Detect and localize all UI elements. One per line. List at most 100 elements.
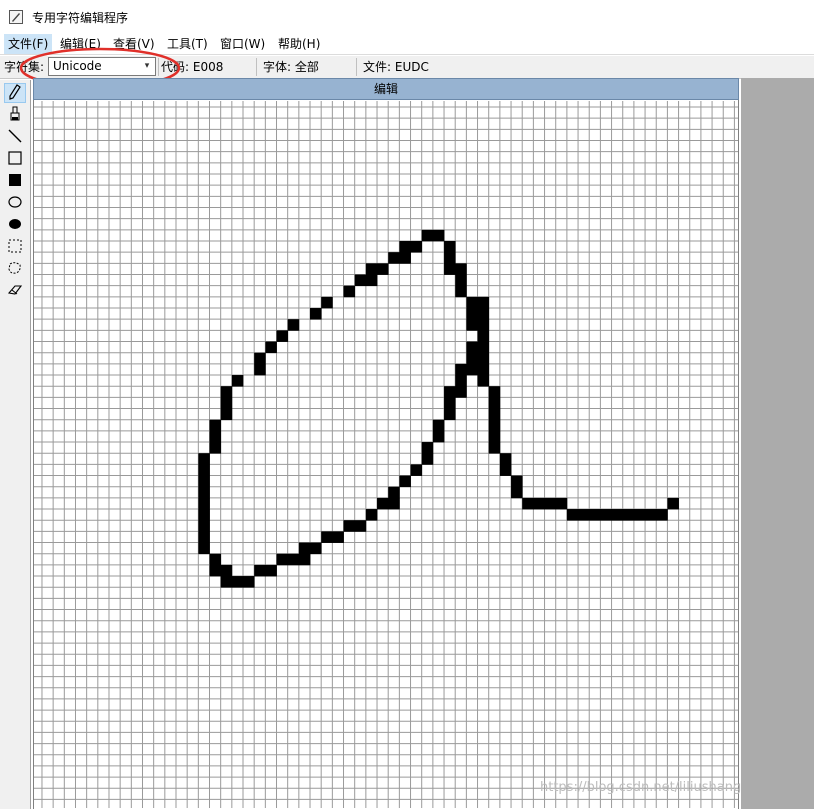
glyph-pixel[interactable] [399,475,411,488]
glyph-pixel[interactable] [432,229,445,242]
glyph-pixel[interactable] [555,497,568,510]
glyph-pixel[interactable] [209,564,222,577]
glyph-pixel[interactable] [511,475,523,488]
glyph-pixel[interactable] [198,509,210,521]
glyph-pixel[interactable] [220,386,233,398]
glyph-pixel[interactable] [287,553,300,566]
tool-rectangle-filled[interactable] [4,171,26,191]
glyph-pixel[interactable] [298,542,311,555]
glyph-pixel[interactable] [488,430,501,443]
glyph-pixel[interactable] [477,296,490,309]
glyph-pixel[interactable] [343,520,356,532]
glyph-pixel[interactable] [243,576,255,588]
glyph-pixel[interactable] [354,520,367,532]
glyph-pixel[interactable] [421,442,434,454]
glyph-pixel[interactable] [254,352,266,365]
glyph-pixel[interactable] [444,397,456,409]
glyph-pixel[interactable] [656,509,668,521]
glyph-pixel[interactable] [633,509,646,521]
glyph-pixel[interactable] [466,363,478,376]
glyph-pixel[interactable] [455,363,467,376]
glyph-pixel[interactable] [332,531,344,543]
glyph-pixel[interactable] [365,509,378,521]
glyph-pixel[interactable] [611,509,624,521]
glyph-pixel[interactable] [321,531,333,543]
glyph-pixel[interactable] [544,497,557,510]
glyph-pixel[interactable] [198,542,210,555]
glyph-pixel[interactable] [209,430,222,443]
glyph-pixel[interactable] [645,509,657,521]
glyph-pixel[interactable] [444,408,456,421]
glyph-pixel[interactable] [622,509,635,521]
glyph-pixel[interactable] [667,497,679,510]
glyph-pixel[interactable] [499,464,512,476]
glyph-pixel[interactable] [399,241,411,253]
glyph-pixel[interactable] [198,453,210,465]
glyph-pixel[interactable] [298,553,311,566]
tool-line[interactable] [4,127,26,147]
glyph-pixel[interactable] [477,363,490,376]
glyph-pixel[interactable] [477,341,490,354]
glyph-pixel[interactable] [477,375,490,387]
glyph-pixel[interactable] [444,386,456,398]
glyph-pixel[interactable] [209,553,222,566]
glyph-pixel[interactable] [522,497,534,510]
tool-rect-select[interactable] [4,237,26,257]
glyph-pixel[interactable] [455,285,467,298]
glyph-pixel[interactable] [455,386,467,398]
glyph-pixel[interactable] [410,464,423,476]
glyph-pixel[interactable] [578,509,590,521]
glyph-pixel[interactable] [488,397,501,409]
glyph-pixel[interactable] [444,241,456,253]
glyph-pixel[interactable] [410,241,423,253]
glyph-pixel[interactable] [466,352,478,365]
glyph-edit-grid[interactable] [33,100,739,809]
menu-edit[interactable]: 编辑(E) [56,34,105,54]
glyph-pixel[interactable] [198,531,210,543]
glyph-pixel[interactable] [198,475,210,488]
glyph-pixel[interactable] [466,308,478,320]
glyph-pixel[interactable] [600,509,612,521]
glyph-pixel[interactable] [265,564,277,577]
tool-rectangle-hollow[interactable] [4,149,26,169]
glyph-pixel[interactable] [343,285,356,298]
glyph-pixel[interactable] [388,486,400,499]
tool-pencil[interactable] [4,83,26,103]
menu-window[interactable]: 窗口(W) [216,34,269,54]
glyph-pixel[interactable] [209,419,222,432]
glyph-pixel[interactable] [365,263,378,275]
glyph-pixel[interactable] [254,363,266,376]
glyph-pixel[interactable] [220,408,233,421]
glyph-pixel[interactable] [388,252,400,264]
glyph-pixel[interactable] [488,442,501,454]
glyph-pixel[interactable] [589,509,601,521]
glyph-pixel[interactable] [321,296,333,309]
glyph-pixel[interactable] [265,341,277,354]
glyph-pixel[interactable] [399,252,411,264]
glyph-pixel[interactable] [220,397,233,409]
menu-help[interactable]: 帮助(H) [274,34,324,54]
glyph-pixel[interactable] [488,386,501,398]
glyph-pixel[interactable] [466,341,478,354]
glyph-pixel[interactable] [466,319,478,331]
glyph-pixel[interactable] [533,497,545,510]
glyph-pixel[interactable] [388,497,400,510]
glyph-pixel[interactable] [310,542,322,555]
glyph-pixel[interactable] [198,520,210,532]
glyph-pixel[interactable] [198,464,210,476]
glyph-pixel[interactable] [209,442,222,454]
glyph-pixel[interactable] [511,486,523,499]
tool-ellipse-hollow[interactable] [4,193,26,213]
charset-select[interactable]: Unicode ▾ [48,57,156,76]
glyph-pixel[interactable] [310,308,322,320]
glyph-pixel[interactable] [432,419,445,432]
glyph-pixel[interactable] [455,263,467,275]
glyph-pixel[interactable] [276,330,289,342]
glyph-pixel[interactable] [432,430,445,443]
glyph-pixel[interactable] [421,229,434,242]
glyph-pixel[interactable] [477,330,490,342]
glyph-pixel[interactable] [566,509,579,521]
tool-brush[interactable] [4,105,26,125]
glyph-pixel[interactable] [377,497,389,510]
glyph-pixel[interactable] [455,375,467,387]
